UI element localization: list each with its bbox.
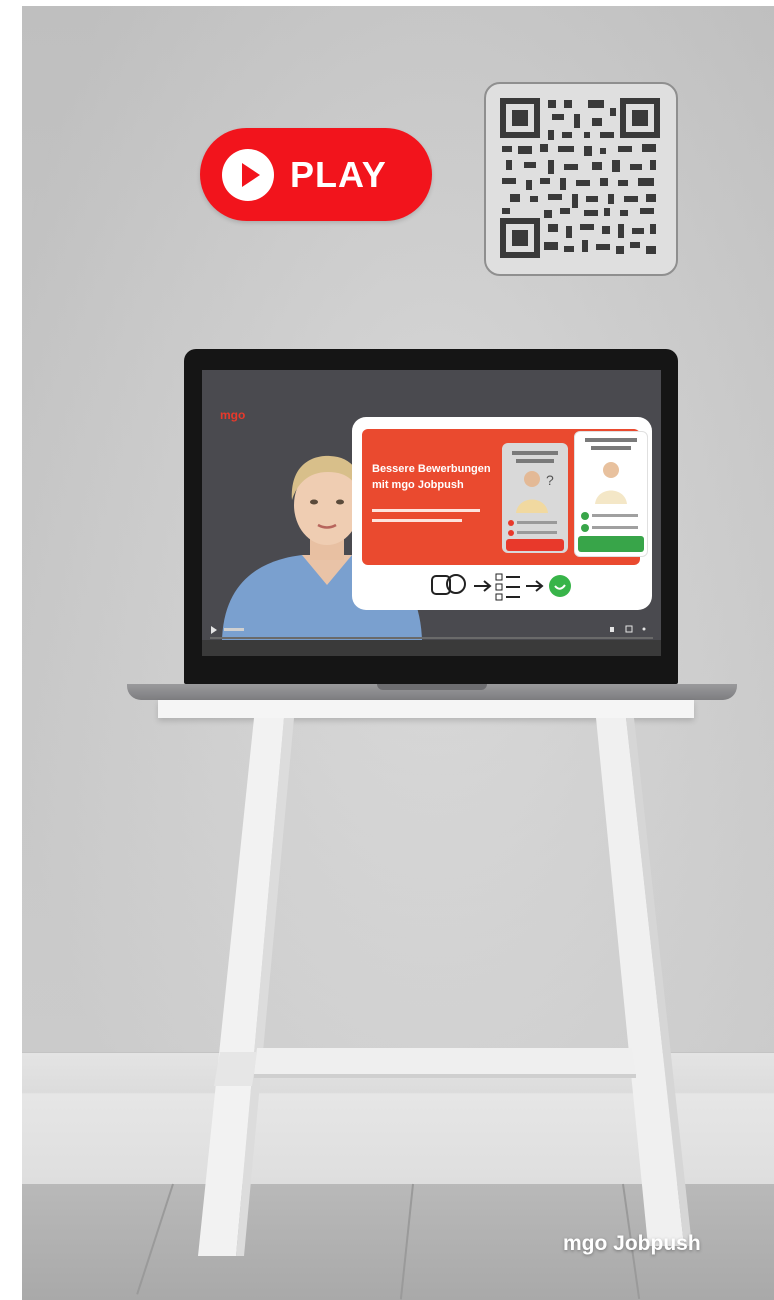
brand-caption: mgo Jobpush <box>563 1232 701 1255</box>
scene: PLAY mgo Bessere Bewerbungen mit mgo Job… <box>22 6 774 1300</box>
